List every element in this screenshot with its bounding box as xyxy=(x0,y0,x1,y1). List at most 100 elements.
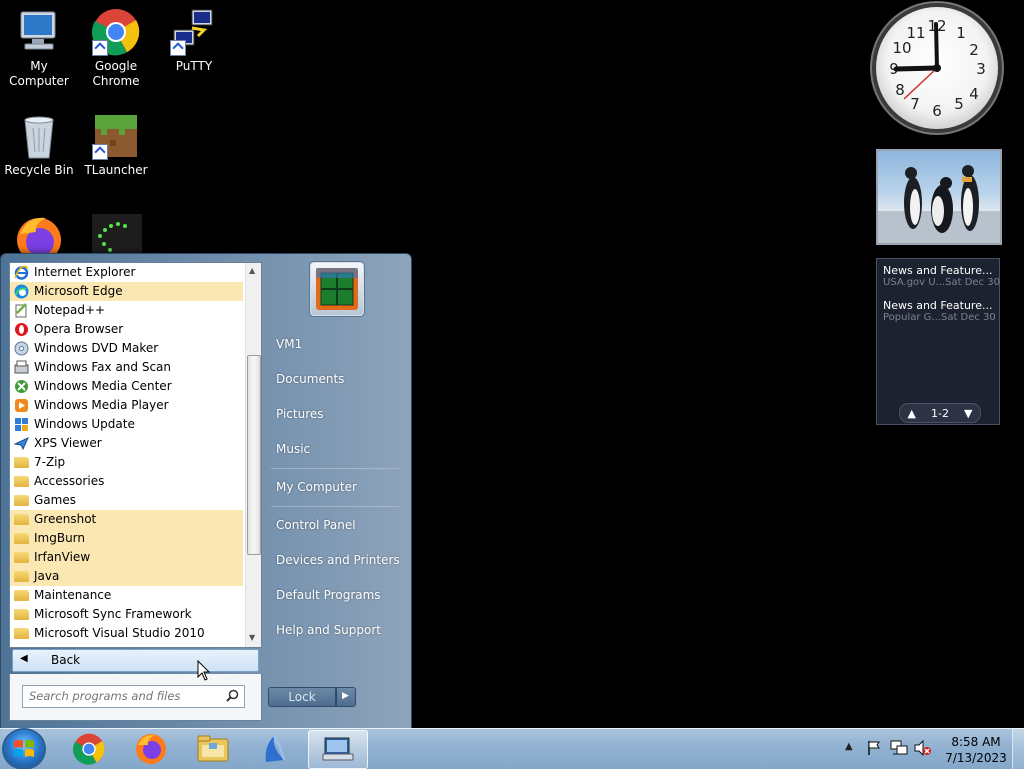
program-item[interactable]: Java xyxy=(10,567,243,586)
scrollbar-thumb[interactable] xyxy=(247,355,261,555)
start-link-user[interactable]: VM1 xyxy=(276,337,302,351)
program-item[interactable]: Notepad++ xyxy=(10,301,243,320)
slideshow-gadget[interactable] xyxy=(876,149,1002,245)
program-item[interactable]: Microsoft Sync Framework xyxy=(10,605,243,624)
program-item[interactable]: IrfanView xyxy=(10,548,243,567)
taskbar-chrome[interactable] xyxy=(60,730,118,767)
program-item[interactable]: Windows Media Player xyxy=(10,396,243,415)
arrow-down-icon[interactable]: ▼ xyxy=(964,407,972,420)
notepadpp-icon xyxy=(14,303,29,318)
program-label: Java xyxy=(34,569,60,583)
program-item[interactable]: Microsoft Visual Studio 2010 xyxy=(10,624,243,643)
program-item[interactable]: Greenshot xyxy=(10,510,243,529)
program-item[interactable]: Maintenance xyxy=(10,586,243,605)
program-item[interactable]: Games xyxy=(10,491,243,510)
start-link-help-support[interactable]: Help and Support xyxy=(276,623,381,637)
taskbar-firefox[interactable] xyxy=(122,730,180,767)
folder-icon xyxy=(14,455,29,470)
desktop-icon-recycle-bin[interactable]: Recycle Bin xyxy=(1,112,77,178)
program-item[interactable]: Windows Fax and Scan xyxy=(10,358,243,377)
taskbar-explorer[interactable] xyxy=(184,730,242,767)
program-item[interactable]: XPS Viewer xyxy=(10,434,243,453)
scroll-down-icon[interactable]: ▼ xyxy=(249,633,255,642)
putty-icon xyxy=(170,8,218,56)
folder-icon xyxy=(14,607,29,622)
opera-icon xyxy=(14,322,29,337)
action-center-flag-icon[interactable] xyxy=(866,740,882,756)
all-programs-list: Internet Explorer Microsoft Edge Notepad++… xyxy=(10,263,244,647)
program-label: Microsoft Edge xyxy=(34,284,123,298)
start-link-documents[interactable]: Documents xyxy=(276,372,344,386)
lock-button[interactable]: Lock xyxy=(268,687,336,707)
clock-gadget[interactable]: 12 1 2 3 4 5 6 7 8 9 10 11 xyxy=(876,7,998,129)
program-label: Opera Browser xyxy=(34,322,124,336)
taskbar-app[interactable] xyxy=(246,730,304,767)
program-item[interactable]: ImgBurn xyxy=(10,529,243,548)
start-separator xyxy=(271,506,399,507)
back-button[interactable]: ◀ Back xyxy=(12,649,259,672)
program-item[interactable]: Internet Explorer xyxy=(10,263,243,282)
network-icon[interactable] xyxy=(890,740,908,756)
taskbar-keyboard-app[interactable] xyxy=(308,730,368,769)
desktop-icon-label: TLauncher xyxy=(84,163,148,177)
program-item[interactable]: 7-Zip xyxy=(10,453,243,472)
desktop-icon-putty[interactable]: PuTTY xyxy=(156,8,232,74)
search-area xyxy=(9,674,262,721)
news-pager: ▲ 1-2 ▼ xyxy=(899,403,981,423)
shortcut-arrow-icon xyxy=(170,40,186,56)
scroll-up-icon[interactable]: ▲ xyxy=(249,266,255,275)
back-arrow-icon: ◀ xyxy=(20,653,28,664)
start-link-pictures[interactable]: Pictures xyxy=(276,407,324,421)
taskbar-clock[interactable]: 8:58 AM 7/13/2023 xyxy=(945,734,1007,766)
app-icon xyxy=(265,735,285,762)
program-label: IrfanView xyxy=(34,550,91,564)
media-player-icon xyxy=(14,398,29,413)
news-title: News and Feature... xyxy=(883,264,993,277)
keyboard-icon xyxy=(322,737,354,761)
show-desktop-button[interactable] xyxy=(1012,729,1024,769)
start-button[interactable] xyxy=(4,730,44,768)
lock-options-button[interactable]: ▶ xyxy=(336,687,356,707)
program-label: Windows Fax and Scan xyxy=(34,360,172,374)
search-input[interactable] xyxy=(29,688,219,704)
desktop-icon-label: Recycle Bin xyxy=(4,163,74,177)
news-page-indicator: 1-2 xyxy=(931,406,949,420)
news-item[interactable]: News and Feature... Popular G... Sat Dec … xyxy=(883,299,996,323)
program-item[interactable]: Windows Media Center xyxy=(10,377,243,396)
program-item[interactable]: Accessories xyxy=(10,472,243,491)
search-box[interactable] xyxy=(22,685,245,708)
program-label: Windows Update xyxy=(34,417,135,431)
programs-scrollbar[interactable]: ▲ ▼ xyxy=(245,263,261,647)
news-gadget[interactable]: News and Feature... USA.gov U... Sat Dec … xyxy=(876,258,1000,425)
news-date: Sat Dec 30 xyxy=(945,277,1000,288)
program-item[interactable]: Opera Browser xyxy=(10,320,243,339)
program-item[interactable]: Windows DVD Maker xyxy=(10,339,243,358)
program-label: Windows Media Center xyxy=(34,379,172,393)
desktop-icon-google-chrome[interactable]: Google Chrome xyxy=(78,8,154,89)
news-item[interactable]: News and Feature... USA.gov U... Sat Dec … xyxy=(883,264,1000,288)
shortcut-arrow-icon xyxy=(92,144,108,160)
volume-muted-icon[interactable] xyxy=(914,740,932,756)
search-icon[interactable] xyxy=(226,689,239,702)
desktop-icon-label: My Computer xyxy=(9,59,69,88)
taskbar: ▲ 8:58 AM 7/13/2023 xyxy=(0,728,1024,769)
start-link-default-programs[interactable]: Default Programs xyxy=(276,588,381,602)
start-link-devices-printers[interactable]: Devices and Printers xyxy=(276,553,400,567)
desktop-icon-tlauncher[interactable]: TLauncher xyxy=(78,112,154,178)
start-link-control-panel[interactable]: Control Panel xyxy=(276,518,356,532)
start-link-my-computer[interactable]: My Computer xyxy=(276,480,357,494)
arrow-up-icon[interactable]: ▲ xyxy=(908,407,916,420)
user-picture[interactable] xyxy=(310,262,364,316)
app-desktop-icon[interactable] xyxy=(92,214,142,254)
program-item[interactable]: Microsoft Edge xyxy=(10,282,243,301)
clock-date: 7/13/2023 xyxy=(945,751,1007,765)
program-label: Microsoft Sync Framework xyxy=(34,607,192,621)
program-item[interactable]: Windows Update xyxy=(10,415,243,434)
desktop-icon-my-computer[interactable]: My Computer xyxy=(1,8,77,89)
firefox-desktop-icon[interactable] xyxy=(14,214,64,262)
explorer-folder-icon xyxy=(197,735,229,762)
edge-icon xyxy=(14,284,29,299)
show-hidden-icons-icon[interactable]: ▲ xyxy=(845,741,853,752)
start-link-music[interactable]: Music xyxy=(276,442,310,456)
folder-icon xyxy=(14,531,29,546)
